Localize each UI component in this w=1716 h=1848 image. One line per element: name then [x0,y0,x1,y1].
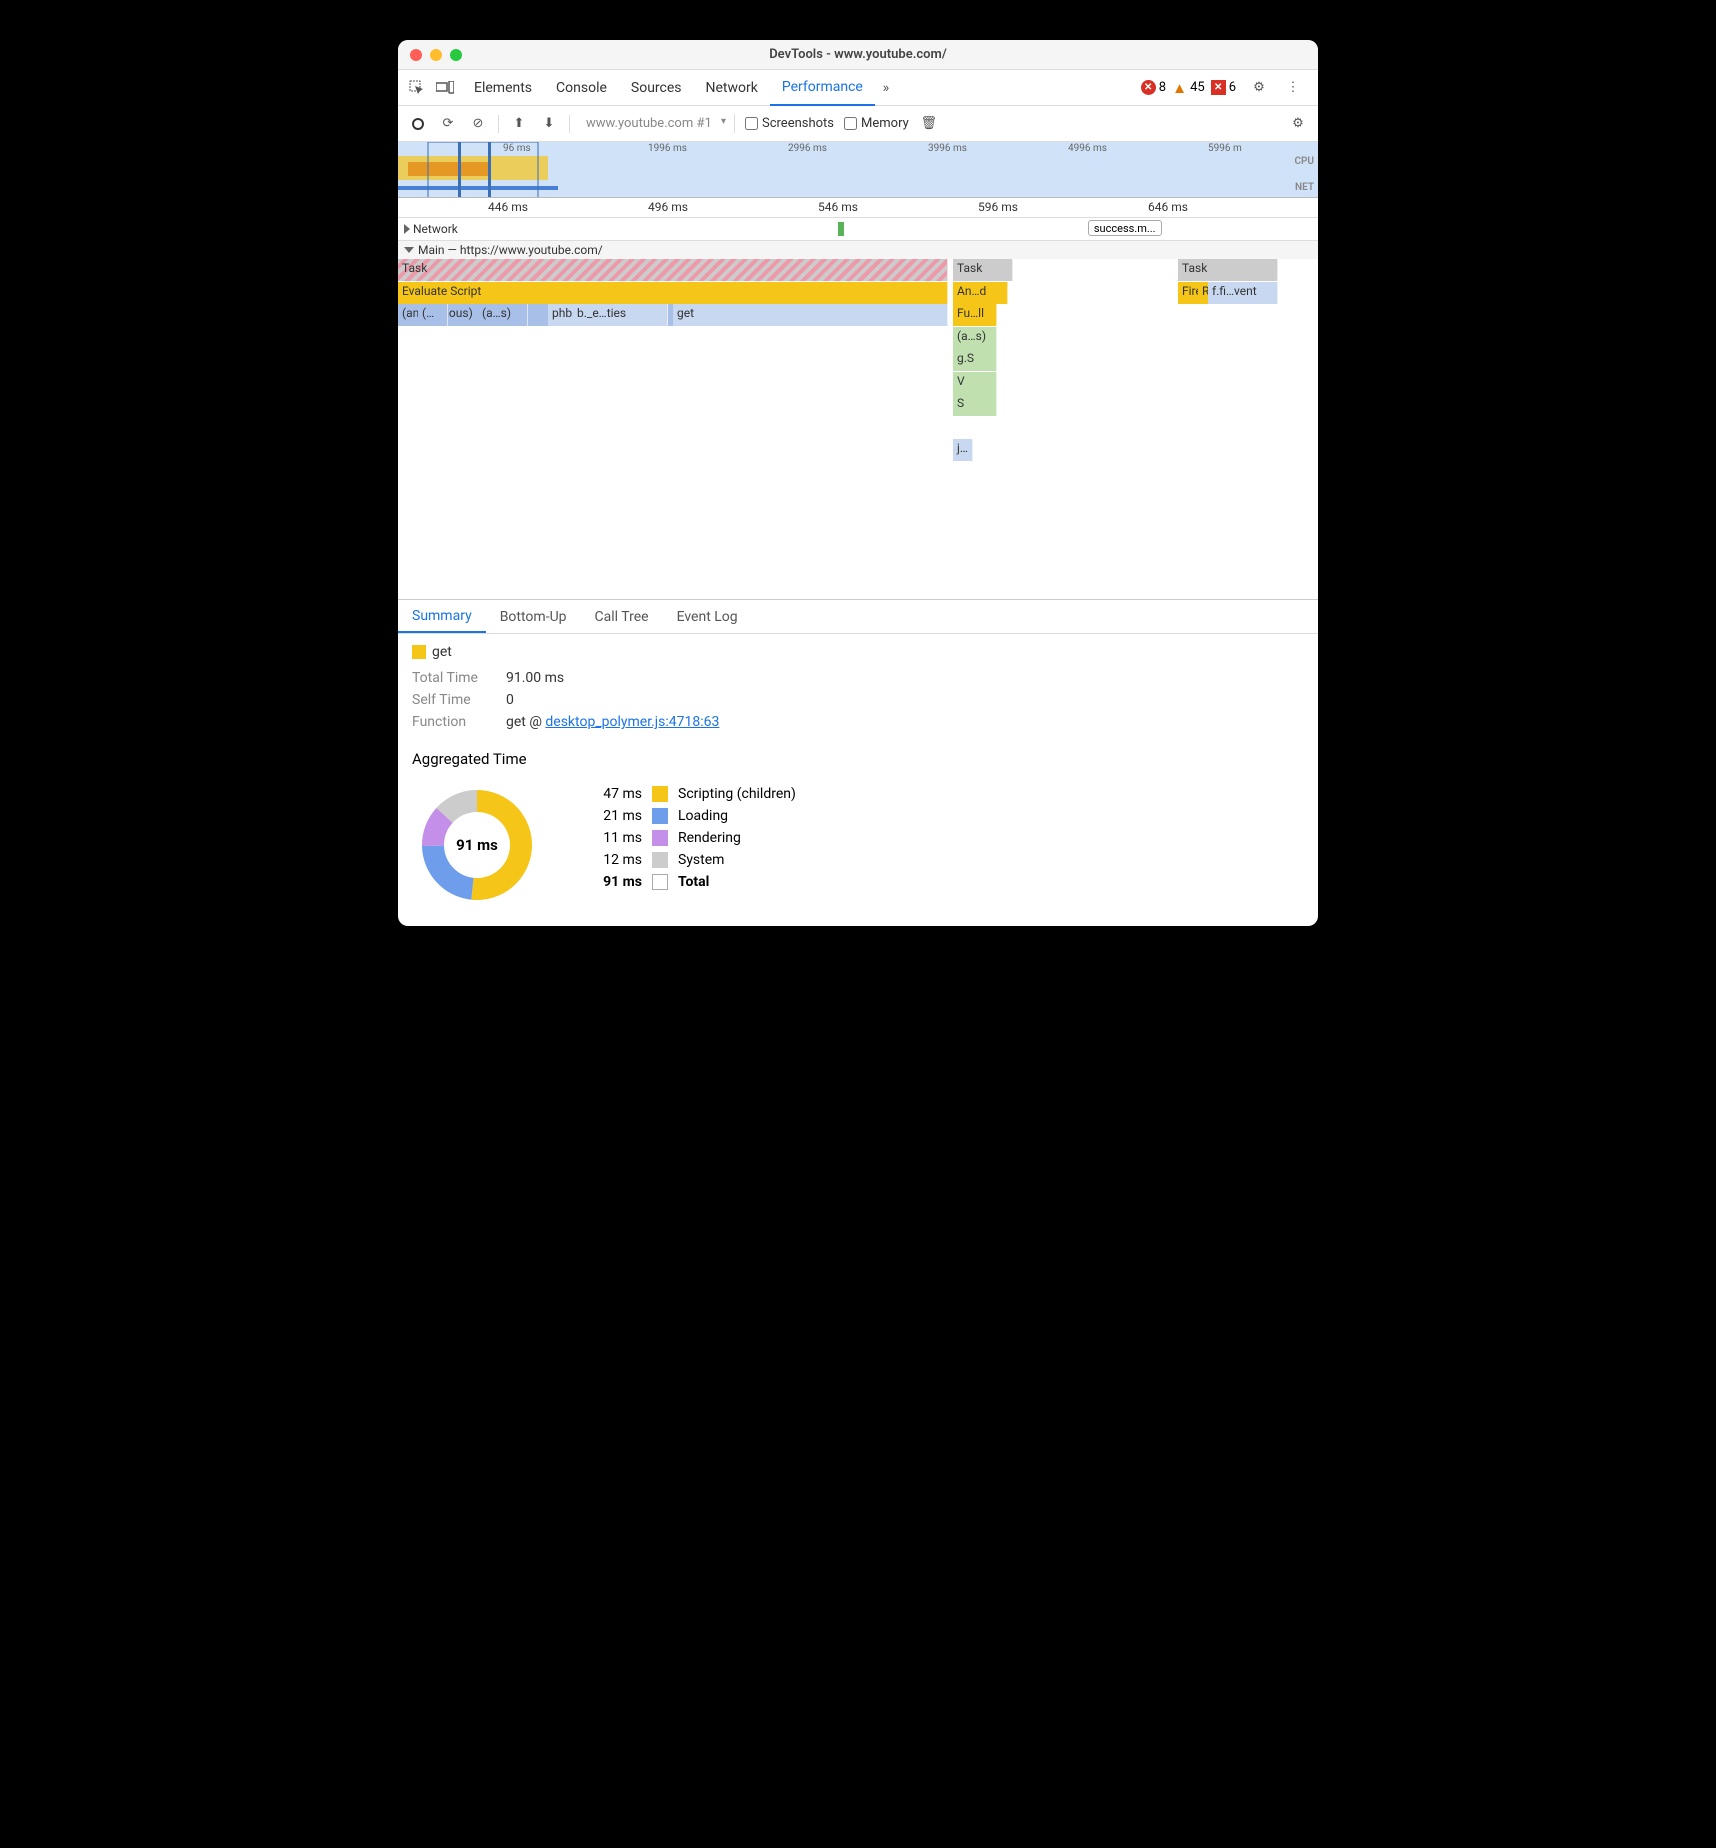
aggregated-section: Aggregated Time 91 ms 47 msScripting (ch… [398,746,1318,926]
flame-frame[interactable]: Task [1178,259,1278,281]
legend-row: 12 msSystem [592,852,796,868]
time-ruler[interactable]: 446 ms 496 ms 546 ms 596 ms 646 ms [398,198,1318,218]
tab-sources[interactable]: Sources [619,70,694,105]
upload-icon[interactable]: ⬆ [509,114,529,134]
network-track[interactable]: Network success.m... [398,218,1318,241]
target-select[interactable]: www.youtube.com #1 [580,114,735,133]
main-thread-header[interactable]: Main — https://www.youtube.com/ [398,241,1318,259]
overview-minimap[interactable]: 96 ms 1996 ms 2996 ms 3996 ms 4996 ms 59… [398,142,1318,198]
details-tabs: SummaryBottom-UpCall TreeEvent Log [398,600,1318,634]
gear-icon[interactable]: ⚙ [1248,77,1270,99]
flame-frame[interactable]: Task [953,259,1013,281]
flame-frame[interactable]: S [953,394,997,416]
flame-frame[interactable]: An…d [953,282,1008,304]
download-icon[interactable]: ⬇ [539,114,559,134]
window-title: DevTools - www.youtube.com/ [398,47,1318,62]
flame-frame[interactable]: get [673,304,948,326]
source-link[interactable]: desktop_polymer.js:4718:63 [545,714,719,730]
flame-frame[interactable]: f.fi…vent [1208,282,1278,304]
function-name: get [432,644,452,660]
tab-elements[interactable]: Elements [462,70,544,105]
color-swatch [412,645,426,659]
legend-row: 91 msTotal [592,874,796,890]
collapse-icon[interactable] [404,247,414,253]
flame-chart[interactable]: TaskEvaluate Script(anonymous)(…(a…s)(an… [398,259,1318,599]
flame-frame[interactable]: b._e…ties [573,304,668,326]
summary-section: get Total Time91.00 ms Self Time0 Functi… [398,634,1318,746]
legend-row: 21 msLoading [592,808,796,824]
flame-frame[interactable]: (a…s) [478,304,528,326]
flame-frame[interactable]: Evaluate Script [398,282,948,304]
legend-row: 11 msRendering [592,830,796,846]
maximize-icon[interactable] [450,49,462,61]
reload-icon[interactable]: ⟳ [438,114,458,134]
donut-chart: 91 ms [412,780,542,910]
window-controls [398,49,462,61]
blocked-badge[interactable]: ✕6 [1211,80,1236,95]
inspect-icon[interactable] [406,77,428,99]
device-icon[interactable] [434,77,456,99]
titlebar: DevTools - www.youtube.com/ [398,40,1318,70]
perf-toolbar: ⟳ ⊘ ⬆ ⬇ www.youtube.com #1 Screenshots M… [398,106,1318,142]
close-icon[interactable] [410,49,422,61]
settings-icon[interactable]: ⚙ [1288,114,1308,134]
memory-checkbox[interactable]: Memory [844,116,909,131]
details-pane: SummaryBottom-UpCall TreeEvent Log get T… [398,599,1318,926]
network-item[interactable]: success.m... [1088,220,1162,236]
legend: 47 msScripting (children) 21 msLoading 11 … [592,780,796,896]
self-time-value: 0 [506,692,514,708]
detail-tab-event-log[interactable]: Event Log [663,600,752,633]
expand-icon[interactable] [404,224,410,234]
minimize-icon[interactable] [430,49,442,61]
tab-network[interactable]: Network [694,70,770,105]
tab-performance[interactable]: Performance [770,70,875,106]
total-time-value: 91.00 ms [506,670,564,686]
clear-icon[interactable]: ⊘ [468,114,488,134]
flame-frame[interactable]: (a…s) [953,327,997,349]
tab-console[interactable]: Console [544,70,619,105]
network-label: Network [413,222,458,236]
flame-frame[interactable]: Fu…ll [953,304,997,326]
flame-frame[interactable]: Task [398,259,948,281]
detail-tab-call-tree[interactable]: Call Tree [581,600,663,633]
panel-tabs: ElementsConsoleSourcesNetworkPerformance… [398,70,1318,106]
flame-frame[interactable]: g.S [953,349,997,371]
error-badge[interactable]: ✕8 [1141,80,1166,95]
devtools-window: DevTools - www.youtube.com/ ElementsCons… [398,40,1318,926]
gc-icon[interactable]: 🗑 [919,114,939,134]
record-icon[interactable] [408,114,428,134]
legend-row: 47 msScripting (children) [592,786,796,802]
detail-tab-summary[interactable]: Summary [398,600,486,633]
flame-frame[interactable]: j… [953,439,973,461]
more-tabs-icon[interactable]: » [875,77,897,99]
flame-frame[interactable]: V [953,372,997,394]
detail-tab-bottom-up[interactable]: Bottom-Up [486,600,581,633]
warning-badge[interactable]: ▲45 [1172,80,1205,95]
screenshots-checkbox[interactable]: Screenshots [745,116,834,131]
kebab-icon[interactable]: ⋮ [1282,77,1304,99]
flame-frame[interactable]: (… [418,304,448,326]
